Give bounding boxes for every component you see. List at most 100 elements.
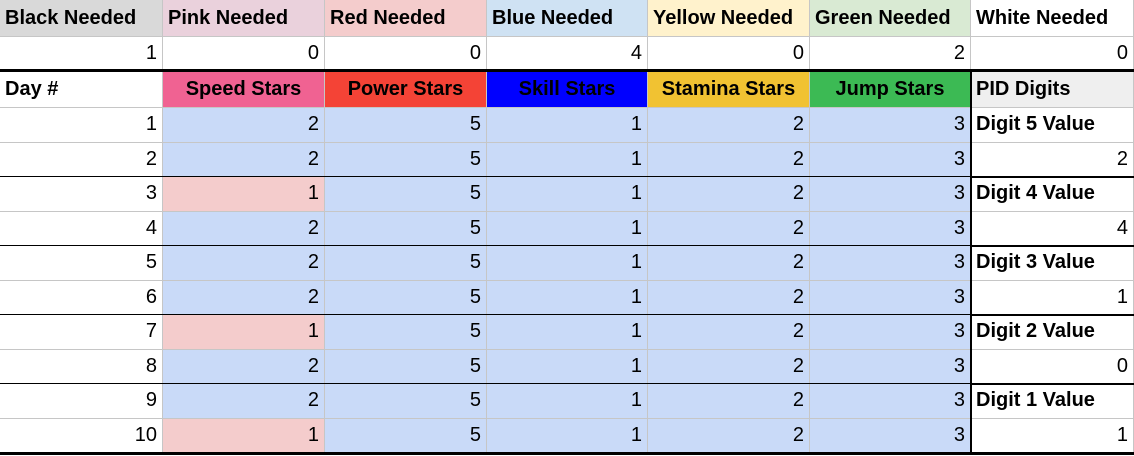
pid-column-border: [970, 72, 972, 455]
stars-header-3[interactable]: Skill Stars: [487, 72, 648, 108]
stars-cell[interactable]: 3: [810, 177, 971, 212]
stars-cell[interactable]: 5: [325, 108, 487, 143]
pid-header[interactable]: PID Digits: [971, 72, 1134, 108]
stars-cell[interactable]: 2: [163, 280, 325, 315]
stars-cell[interactable]: 1: [163, 418, 325, 453]
stars-cell[interactable]: 3: [810, 384, 971, 419]
day-cell[interactable]: 4: [0, 211, 163, 246]
stars-cell[interactable]: 2: [648, 142, 810, 177]
pid-digit-label-1[interactable]: Digit 1 Value: [971, 384, 1134, 419]
pid-digit-label-2[interactable]: Digit 2 Value: [971, 315, 1134, 350]
stars-cell[interactable]: 2: [163, 211, 325, 246]
stars-cell[interactable]: 1: [163, 177, 325, 212]
stars-header-1[interactable]: Speed Stars: [163, 72, 325, 108]
needed-label-4[interactable]: Blue Needed: [487, 0, 648, 37]
stars-cell[interactable]: 5: [325, 384, 487, 419]
stars-cell[interactable]: 2: [163, 246, 325, 281]
stars-cell[interactable]: 2: [648, 246, 810, 281]
stars-header-5[interactable]: Jump Stars: [810, 72, 971, 108]
day-cell[interactable]: 9: [0, 384, 163, 419]
stars-cell[interactable]: 5: [325, 418, 487, 453]
needed-label-2[interactable]: Pink Needed: [163, 0, 325, 37]
stars-header-2[interactable]: Power Stars: [325, 72, 487, 108]
needed-label-3[interactable]: Red Needed: [325, 0, 487, 37]
stars-cell[interactable]: 1: [487, 142, 648, 177]
stars-cell[interactable]: 5: [325, 315, 487, 350]
stars-cell[interactable]: 3: [810, 246, 971, 281]
needed-label-6[interactable]: Green Needed: [810, 0, 971, 37]
stars-cell[interactable]: 5: [325, 177, 487, 212]
pid-digit-label-5[interactable]: Digit 5 Value: [971, 108, 1134, 143]
stars-cell[interactable]: 1: [487, 280, 648, 315]
spreadsheet-grid: Black Needed 1 Pink Needed 0 Red Needed 0 Blue…: [0, 0, 1134, 456]
stars-cell[interactable]: 5: [325, 211, 487, 246]
day-cell[interactable]: 1: [0, 108, 163, 143]
stars-cell[interactable]: 2: [163, 384, 325, 419]
stars-cell[interactable]: 3: [810, 108, 971, 143]
needed-value-5[interactable]: 0: [648, 37, 810, 70]
stars-header-4[interactable]: Stamina Stars: [648, 72, 810, 108]
stars-cell[interactable]: 5: [325, 142, 487, 177]
stars-cell[interactable]: 2: [648, 280, 810, 315]
stars-cell[interactable]: 2: [648, 384, 810, 419]
needed-value-1[interactable]: 1: [0, 37, 163, 70]
stars-cell[interactable]: 5: [325, 280, 487, 315]
stars-cell[interactable]: 1: [487, 384, 648, 419]
pid-group-divider: [971, 176, 1134, 178]
stars-cell[interactable]: 2: [648, 177, 810, 212]
stars-cell[interactable]: 1: [487, 315, 648, 350]
day-header[interactable]: Day #: [0, 72, 163, 108]
stars-cell[interactable]: 1: [487, 108, 648, 143]
stars-cell[interactable]: 2: [648, 349, 810, 384]
day-cell[interactable]: 3: [0, 177, 163, 212]
stars-cell[interactable]: 2: [648, 315, 810, 350]
stars-cell[interactable]: 3: [810, 315, 971, 350]
stars-cell[interactable]: 2: [648, 108, 810, 143]
day-cell[interactable]: 5: [0, 246, 163, 281]
stars-cell[interactable]: 3: [810, 280, 971, 315]
stars-cell[interactable]: 5: [325, 349, 487, 384]
stars-cell[interactable]: 3: [810, 142, 971, 177]
pid-digit-value-4[interactable]: 4: [971, 211, 1134, 246]
stars-cell[interactable]: 2: [648, 211, 810, 246]
day-cell[interactable]: 8: [0, 349, 163, 384]
row-group-divider: [0, 383, 971, 384]
stars-cell[interactable]: 2: [163, 108, 325, 143]
stars-cell[interactable]: 1: [163, 315, 325, 350]
needed-label-7[interactable]: White Needed: [971, 0, 1134, 37]
pid-digit-value-5[interactable]: 2: [971, 142, 1134, 177]
day-cell[interactable]: 2: [0, 142, 163, 177]
pid-digit-value-1[interactable]: 1: [971, 418, 1134, 453]
stars-cell[interactable]: 2: [163, 349, 325, 384]
needed-value-7[interactable]: 0: [971, 37, 1134, 70]
stars-cell[interactable]: 1: [487, 177, 648, 212]
needed-value-2[interactable]: 0: [163, 37, 325, 70]
pid-digit-label-4[interactable]: Digit 4 Value: [971, 177, 1134, 212]
stars-cell[interactable]: 1: [487, 211, 648, 246]
day-cell[interactable]: 6: [0, 280, 163, 315]
pid-digit-value-3[interactable]: 1: [971, 280, 1134, 315]
stars-cell[interactable]: 1: [487, 349, 648, 384]
stars-cell[interactable]: 2: [163, 142, 325, 177]
needed-value-6[interactable]: 2: [810, 37, 971, 70]
pid-digit-label-3[interactable]: Digit 3 Value: [971, 246, 1134, 281]
stars-cell[interactable]: 1: [487, 246, 648, 281]
needed-label-5[interactable]: Yellow Needed: [648, 0, 810, 37]
pid-group-divider: [971, 245, 1134, 247]
row-group-divider: [0, 245, 971, 246]
stars-cell[interactable]: 1: [487, 418, 648, 453]
needed-label-1[interactable]: Black Needed: [0, 0, 163, 37]
stars-cell[interactable]: 3: [810, 211, 971, 246]
stars-cell[interactable]: 2: [648, 418, 810, 453]
stars-cell[interactable]: 5: [325, 246, 487, 281]
day-cell[interactable]: 7: [0, 315, 163, 350]
day-cell[interactable]: 10: [0, 418, 163, 453]
stars-cell[interactable]: 3: [810, 349, 971, 384]
stars-cell[interactable]: 3: [810, 418, 971, 453]
section-divider: [0, 69, 1134, 72]
needed-value-4[interactable]: 4: [487, 37, 648, 70]
pid-digit-value-2[interactable]: 0: [971, 349, 1134, 384]
needed-value-3[interactable]: 0: [325, 37, 487, 70]
row-group-divider: [0, 314, 971, 315]
row-group-divider: [0, 176, 971, 177]
